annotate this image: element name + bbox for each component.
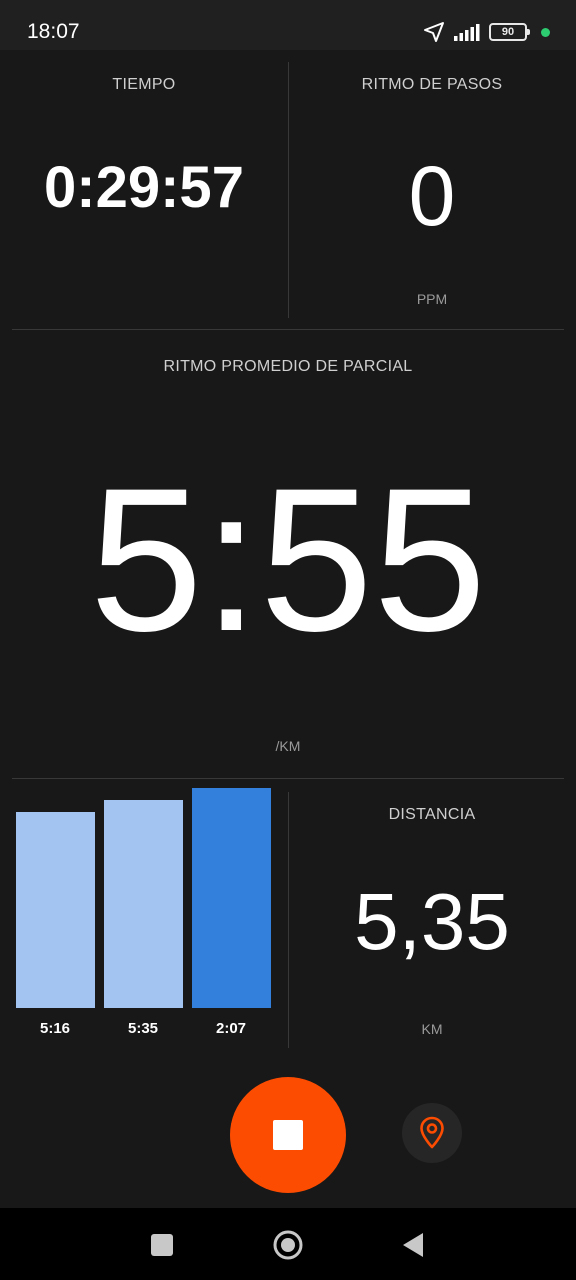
home-button[interactable] [273, 1230, 303, 1260]
tiempo-value: 0:29:57 [44, 155, 244, 220]
battery-icon: 90 [489, 23, 530, 41]
split-bar [104, 800, 183, 1008]
divider-upper [12, 329, 564, 330]
ritmo-pasos-value: 0 [408, 149, 456, 243]
tiempo-label: TIEMPO [112, 76, 176, 93]
split-bar-label: 5:35 [127, 1020, 159, 1037]
status-icons: 90 [423, 21, 550, 43]
distancia-label: DISTANCIA [388, 806, 476, 823]
ritmo-pasos-label: RITMO DE PASOS [361, 76, 503, 93]
privacy-dot-icon [541, 27, 550, 37]
back-triangle-icon [403, 1233, 423, 1257]
recording-screen: 18:07 90 TIEMPO 0:29:57 RITMO DE PASOS 0… [0, 0, 576, 1280]
ritmo-parcial-unit: /KM [275, 738, 301, 754]
map-button[interactable] [402, 1103, 462, 1163]
system-nav-bar [0, 1208, 576, 1280]
home-circle-icon [273, 1230, 303, 1260]
split-bar-label: 5:16 [39, 1020, 71, 1037]
location-arrow-icon [424, 22, 444, 42]
stop-button[interactable] [230, 1077, 346, 1193]
split-chart: 5:16 5:35 2:07 [0, 780, 288, 1050]
split-bar [192, 788, 271, 1008]
ritmo-parcial-label: RITMO PROMEDIO DE PARCIAL [163, 358, 413, 375]
map-pin-icon [420, 1116, 444, 1149]
recents-button[interactable] [147, 1230, 177, 1260]
distancia-unit: KM [421, 1021, 443, 1037]
divider-lower [12, 778, 564, 779]
stop-icon [273, 1120, 303, 1150]
back-button[interactable] [398, 1230, 428, 1260]
status-time: 18:07 [27, 20, 80, 43]
signal-icon [454, 24, 480, 41]
split-bar-label: 2:07 [215, 1020, 247, 1037]
recents-square-icon [151, 1234, 173, 1256]
status-bar: 18:07 90 [0, 0, 576, 50]
ritmo-parcial-value: 5:55 [89, 446, 487, 674]
distancia-value: 5,35 [354, 877, 510, 966]
ritmo-pasos-unit: PPM [416, 291, 448, 307]
split-bar [16, 812, 95, 1008]
